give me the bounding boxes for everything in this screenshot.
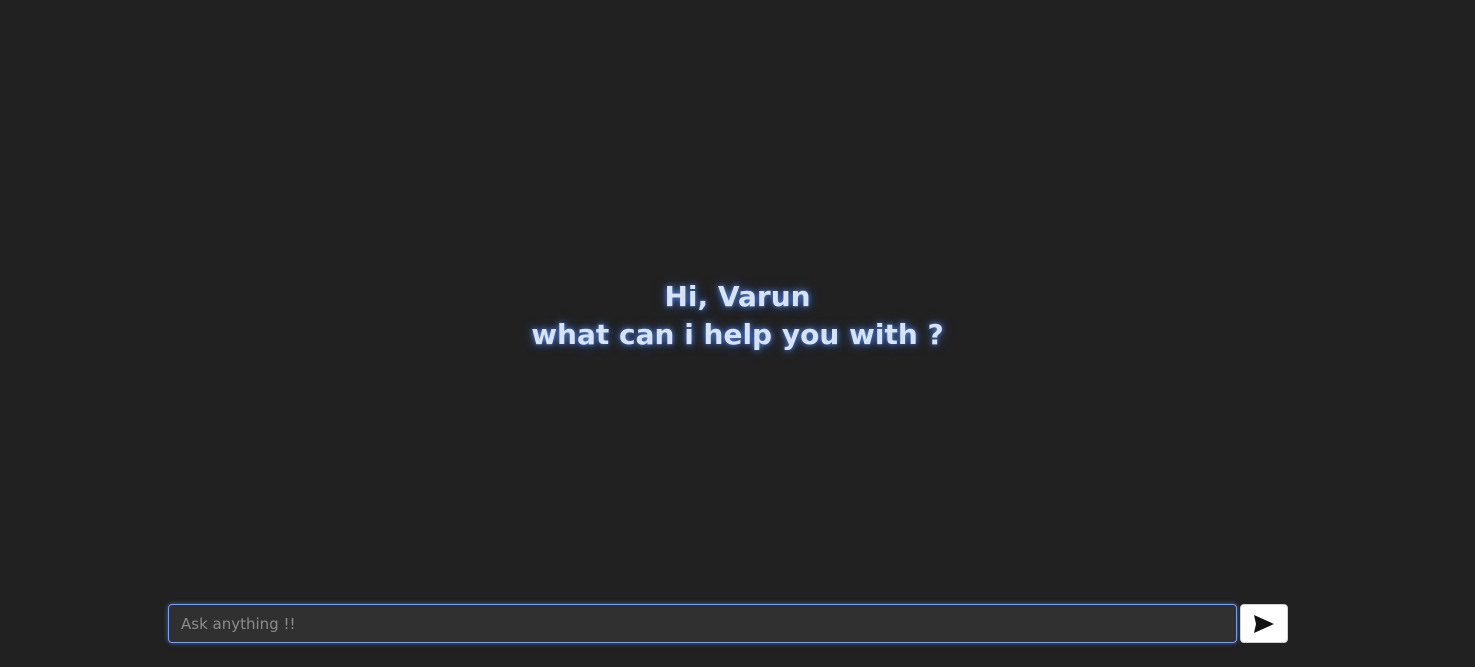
message-composer xyxy=(168,604,1288,643)
greeting: Hi, Varun what can i help you with ? xyxy=(0,278,1475,354)
chat-app: Hi, Varun what can i help you with ? xyxy=(0,0,1475,667)
prompt-input[interactable] xyxy=(168,604,1237,643)
greeting-subtitle: what can i help you with ? xyxy=(531,318,944,351)
send-icon xyxy=(1254,614,1274,633)
greeting-title: Hi, Varun xyxy=(664,280,811,313)
send-button[interactable] xyxy=(1240,604,1288,643)
